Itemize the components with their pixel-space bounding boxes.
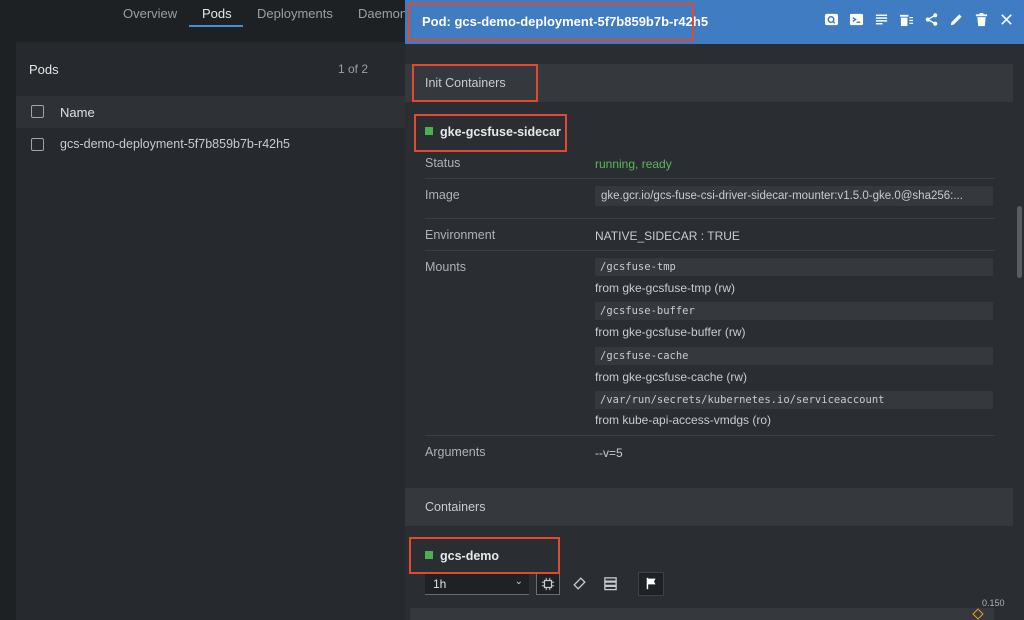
containers-section-header: Containers xyxy=(405,488,1013,526)
image-value: gke.gcr.io/gcs-fuse-csi-driver-sidecar-m… xyxy=(595,186,993,206)
delete-pod-icon[interactable] xyxy=(898,12,914,30)
environment-label: Environment xyxy=(425,228,496,242)
pods-panel: Pods 1 of 2 Name gcs-demo-deployment-5f7… xyxy=(16,42,405,620)
divider xyxy=(425,218,995,219)
close-icon[interactable] xyxy=(998,12,1014,30)
pods-view: Overview Pods Deployments Daemon Pods 1 … xyxy=(0,0,407,620)
highlight-box xyxy=(414,114,567,152)
highlight-box xyxy=(408,3,694,41)
storage-icon[interactable] xyxy=(598,573,622,595)
tab-bar: Overview Pods Deployments Daemon xyxy=(0,0,407,30)
highlight-box xyxy=(409,537,560,574)
metric-max-value: 0.150 xyxy=(982,598,1005,608)
tab-deployments[interactable]: Deployments xyxy=(257,6,333,21)
highlight-box xyxy=(412,64,538,102)
table-header: Name xyxy=(16,96,405,128)
tab-pods[interactable]: Pods xyxy=(202,6,232,21)
pods-title: Pods xyxy=(29,62,59,77)
divider xyxy=(425,435,995,436)
time-range-value: 1h xyxy=(433,577,447,591)
mount-source: from kube-api-access-vmdgs (ro) xyxy=(595,413,772,427)
chevron-down-icon: ⌄ xyxy=(514,576,523,587)
mount-path: /gcsfuse-tmp xyxy=(595,258,993,276)
environment-value: NATIVE_SIDECAR : TRUE xyxy=(595,229,740,243)
cpu-icon[interactable] xyxy=(536,573,560,595)
scrollbar[interactable] xyxy=(1013,44,1024,620)
search-icon[interactable] xyxy=(823,12,839,30)
header-toolbar xyxy=(823,12,1014,30)
select-all-checkbox[interactable] xyxy=(31,105,44,118)
mount-source: from gke-gcsfuse-cache (rw) xyxy=(595,370,748,384)
share-icon[interactable] xyxy=(923,12,939,30)
image-label: Image xyxy=(425,188,460,202)
pod-details-drawer: Pod: gcs-demo-deployment-5f7b859b7b-r42h… xyxy=(405,0,1024,620)
mount-source: from gke-gcsfuse-buffer (rw) xyxy=(595,325,746,339)
flag-icon[interactable] xyxy=(638,572,664,596)
divider xyxy=(425,178,995,179)
trash-icon[interactable] xyxy=(973,12,989,30)
status-value: running, ready xyxy=(595,157,672,171)
row-checkbox[interactable] xyxy=(31,138,44,151)
mount-path: /gcsfuse-buffer xyxy=(595,302,993,320)
logs-icon[interactable] xyxy=(873,12,889,30)
tab-daemonsets[interactable]: Daemon xyxy=(358,6,407,21)
memory-icon[interactable] xyxy=(567,573,591,595)
column-name[interactable]: Name xyxy=(60,105,95,120)
terminal-icon[interactable] xyxy=(848,12,864,30)
arguments-label: Arguments xyxy=(425,445,486,459)
status-label: Status xyxy=(425,156,461,170)
pods-count: 1 of 2 xyxy=(338,62,369,76)
table-row[interactable]: gcs-demo-deployment-5f7b859b7b-r42h5 xyxy=(60,137,290,151)
active-tab-indicator xyxy=(189,25,243,27)
mount-path: /gcsfuse-cache xyxy=(595,347,993,365)
arguments-value: --v=5 xyxy=(595,446,623,460)
mounts-label: Mounts xyxy=(425,260,466,274)
tab-overview[interactable]: Overview xyxy=(123,6,177,21)
divider xyxy=(425,250,995,251)
scrollbar-thumb[interactable] xyxy=(1017,206,1022,278)
mount-source: from gke-gcsfuse-tmp (rw) xyxy=(595,281,736,295)
metrics-chart xyxy=(410,608,994,620)
containers-title: Containers xyxy=(425,500,486,514)
mount-path: /var/run/secrets/kubernetes.io/serviceac… xyxy=(595,391,993,409)
time-range-select[interactable]: 1h ⌄ xyxy=(425,573,529,595)
edit-icon[interactable] xyxy=(948,12,964,30)
